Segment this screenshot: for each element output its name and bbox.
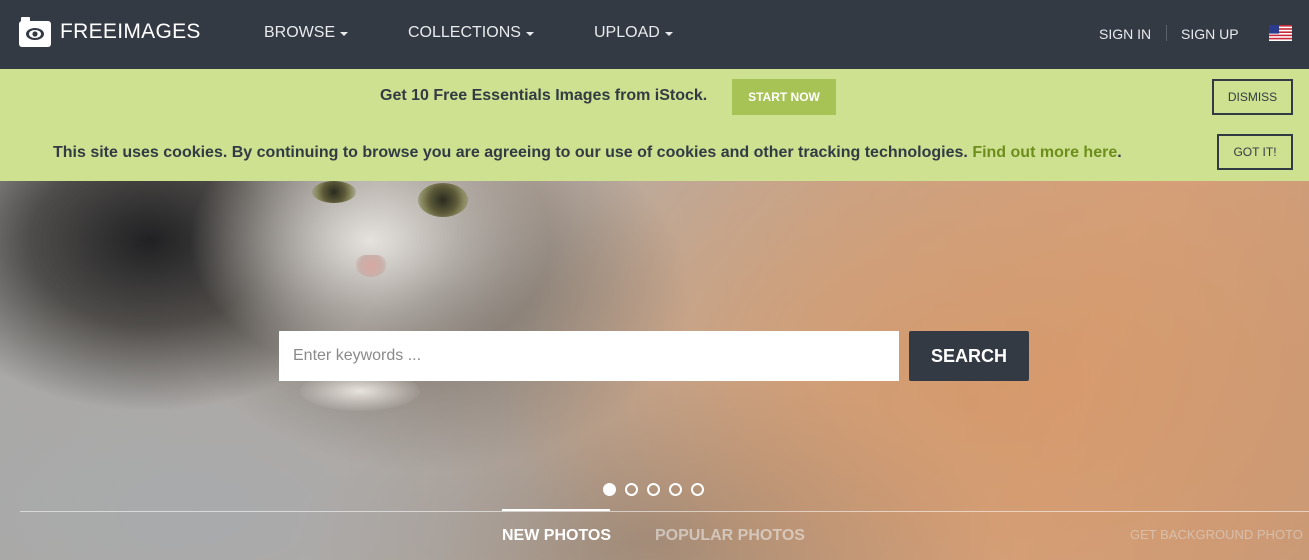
camera-logo-icon [19,17,51,47]
hero-photo-nose [356,255,386,277]
logo-text: FREEIMAGES [60,20,201,43]
tab-new-photos[interactable]: NEW PHOTOS [502,527,611,545]
hero-photo-eye-left [312,181,356,203]
site-logo[interactable]: FREEIMAGES [19,17,201,47]
hero-section: SEARCH NEW PHOTOS POPULAR PHOTOS GET BAC… [0,181,1309,560]
find-out-more-link[interactable]: Find out more here [972,144,1117,161]
nav-upload[interactable]: UPLOAD [594,24,673,42]
active-tab-indicator [502,509,610,511]
nav-collections-label: COLLECTIONS [408,24,521,41]
cookie-notice-suffix: . [1117,144,1122,161]
nav-upload-label: UPLOAD [594,24,660,41]
us-flag-icon[interactable] [1269,25,1292,41]
caret-down-icon [340,32,349,36]
cookie-notice-text: This site uses cookies. By continuing to… [53,144,968,161]
tab-popular-photos[interactable]: POPULAR PHOTOS [655,527,805,545]
start-now-button[interactable]: START NOW [732,79,836,115]
slide-dot-2[interactable] [625,483,638,496]
cookie-banner: This site uses cookies. By continuing to… [0,125,1309,181]
istock-promo-banner: Get 10 Free Essentials Images from iStoc… [0,69,1309,125]
sign-up-link[interactable]: SIGN UP [1181,26,1239,42]
caret-down-icon [525,32,534,36]
nav-browse-label: BROWSE [264,24,336,41]
nav-collections[interactable]: COLLECTIONS [408,24,534,42]
dismiss-button[interactable]: DISMISS [1212,79,1293,115]
cookie-notice: This site uses cookies. By continuing to… [53,144,1122,162]
search-button[interactable]: SEARCH [909,331,1029,381]
caret-down-icon [664,32,673,36]
hero-photo-eye-right [418,183,468,217]
sign-in-link[interactable]: SIGN IN [1099,26,1151,42]
slide-indicators [603,483,704,496]
top-navbar: FREEIMAGES BROWSE COLLECTIONS UPLOAD SIG… [0,0,1309,69]
got-it-button[interactable]: GOT IT! [1217,134,1293,170]
tabs-divider [20,511,1309,512]
slide-dot-5[interactable] [691,483,704,496]
nav-browse[interactable]: BROWSE [264,24,349,42]
slide-dot-3[interactable] [647,483,660,496]
search-input[interactable] [279,331,899,381]
background-photo-link[interactable]: GET BACKGROUND PHOTO [1130,527,1303,542]
slide-dot-1[interactable] [603,483,616,496]
istock-promo-text: Get 10 Free Essentials Images from iStoc… [380,87,708,104]
slide-dot-4[interactable] [669,483,682,496]
nav-separator [1166,25,1167,41]
